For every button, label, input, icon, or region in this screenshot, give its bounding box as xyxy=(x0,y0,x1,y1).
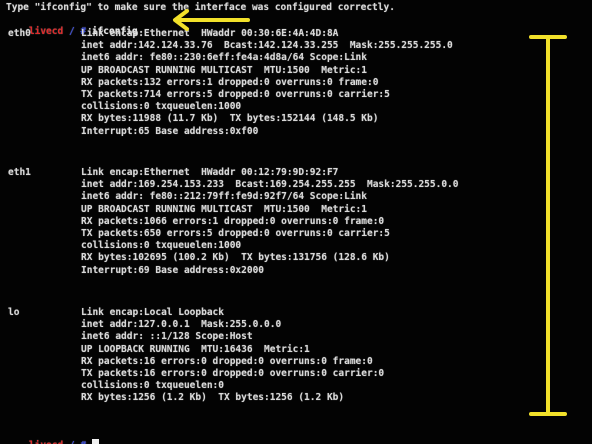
detail-line: Link encap:Local Loopback xyxy=(81,307,224,318)
detail-line: inet6 addr: fe80::230:6eff:fe4a:4d8a/64 … xyxy=(81,52,367,64)
interface-details-eth1: Link encap:Ethernet HWaddr 00:12:79:9D:9… xyxy=(81,167,459,277)
detail-line: inet addr:127.0.0.1 Mask:255.0.0.0 xyxy=(81,319,282,331)
detail-line: RX packets:132 errors:1 dropped:0 overru… xyxy=(81,76,379,88)
detail-line: RX packets:16 errors:0 dropped:0 overrun… xyxy=(81,355,373,367)
detail-line: Interrupt:69 Base address:0x2000 xyxy=(81,264,265,276)
detail-line: RX bytes:11988 (11.7 Kb) TX bytes:152144… xyxy=(81,113,379,125)
detail-line: RX bytes:102695 (100.2 Kb) TX bytes:1317… xyxy=(81,252,390,264)
prompt-separator: / # xyxy=(63,440,92,444)
detail-line: UP BROADCAST RUNNING MULTICAST MTU:1500 … xyxy=(81,64,367,76)
detail-line: collisions:0 txqueuelen:1000 xyxy=(81,101,242,113)
detail-line: inet addr:169.254.153.233 Bcast:169.254.… xyxy=(81,179,459,191)
detail-line: Link encap:Ethernet HWaddr 00:30:6E:4A:4… xyxy=(81,28,339,39)
instruction-text: Type "ifconfig" to make sure the interfa… xyxy=(6,2,395,13)
detail-line: TX packets:650 errors:5 dropped:0 overru… xyxy=(81,228,390,240)
detail-line: collisions:0 txqueuelen:0 xyxy=(81,380,224,392)
detail-line: UP BROADCAST RUNNING MULTICAST MTU:1500 … xyxy=(81,203,367,215)
interface-details-lo: Link encap:Local Loopback inet addr:127.… xyxy=(81,307,384,405)
detail-line: inet6 addr: fe80::212:79ff:fe9d:92f7/64 … xyxy=(81,191,367,203)
terminal-screen[interactable]: Type "ifconfig" to make sure the interfa… xyxy=(0,0,592,444)
detail-line: inet6 addr: ::1/128 Scope:Host xyxy=(81,331,253,343)
detail-line: TX packets:714 errors:5 dropped:0 overru… xyxy=(81,89,390,101)
interface-name-eth1: eth1 xyxy=(8,167,31,178)
interface-name-lo: lo xyxy=(8,307,20,318)
prompt-line-current: livecd / # xyxy=(6,427,99,444)
detail-line: collisions:0 txqueuelen:1000 xyxy=(81,240,242,252)
detail-line: UP LOOPBACK RUNNING MTU:16436 Metric:1 xyxy=(81,343,310,355)
detail-line: inet addr:142.124.33.76 Bcast:142.124.33… xyxy=(81,40,453,52)
text-cursor xyxy=(91,439,99,444)
detail-line: RX bytes:1256 (1.2 Kb) TX bytes:1256 (1.… xyxy=(81,392,345,404)
interface-details-eth0: Link encap:Ethernet HWaddr 00:30:6E:4A:4… xyxy=(81,28,453,138)
detail-line: Link encap:Ethernet HWaddr 00:12:79:9D:9… xyxy=(81,167,339,178)
prompt-host: livecd xyxy=(28,26,64,38)
detail-line: RX packets:1066 errors:1 dropped:0 overr… xyxy=(81,215,385,227)
detail-line: TX packets:16 errors:0 dropped:0 overrun… xyxy=(81,368,385,380)
detail-line: Interrupt:65 Base address:0xf00 xyxy=(81,125,259,137)
interface-name-eth0: eth0 xyxy=(8,28,31,39)
prompt-host: livecd xyxy=(29,440,63,444)
range-bracket-icon xyxy=(529,35,567,416)
